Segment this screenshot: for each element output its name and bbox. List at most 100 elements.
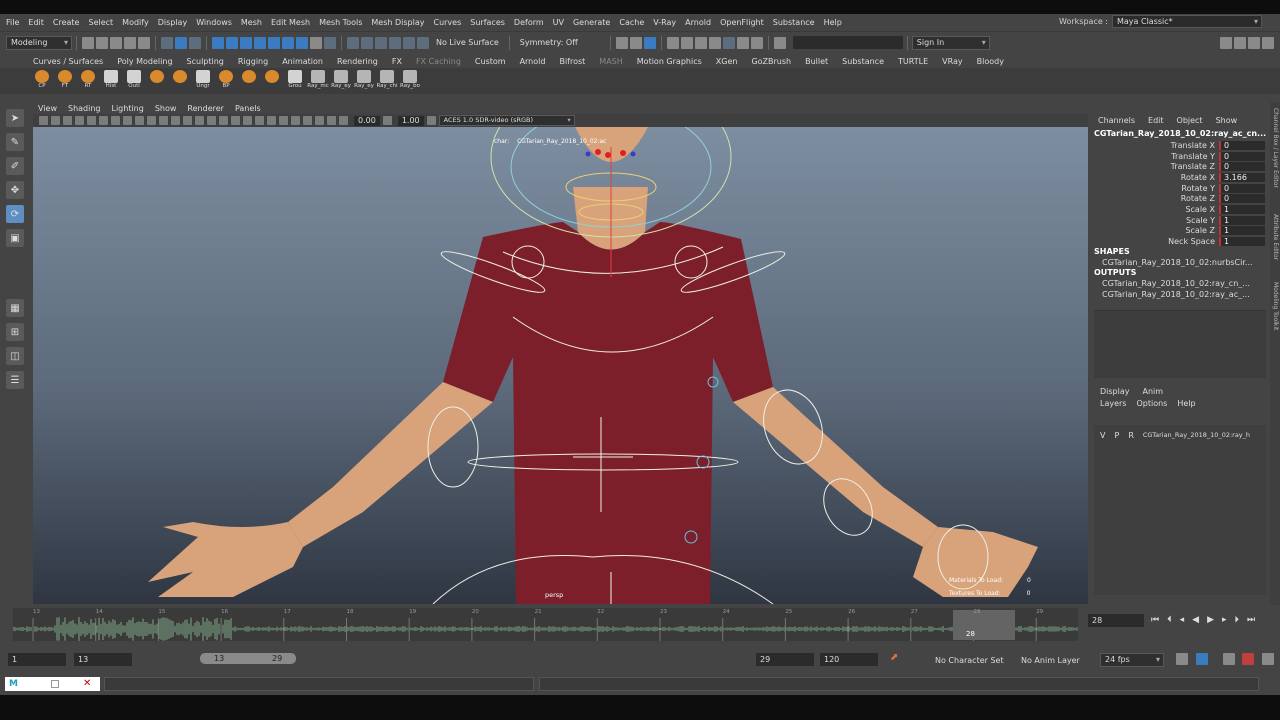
menu-surfaces[interactable]: Surfaces: [470, 18, 505, 27]
shelf-tab-arnold[interactable]: Arnold: [520, 57, 546, 66]
anim-layer-dropdown[interactable]: No Anim Layer: [1021, 656, 1080, 665]
select-by-curve-icon[interactable]: [240, 36, 252, 49]
exposure-field[interactable]: 0.00: [354, 115, 380, 126]
undo-icon[interactable]: [124, 36, 136, 49]
fps-dropdown[interactable]: 24 fps: [1100, 653, 1164, 667]
film-gate-icon[interactable]: [99, 116, 108, 125]
shadows-icon[interactable]: [231, 116, 240, 125]
output-node[interactable]: CGTarian_Ray_2018_10_02:ray_ac_...: [1102, 290, 1262, 299]
attr-rotate-z[interactable]: Rotate Z0: [1090, 193, 1266, 203]
select-by-surface-icon[interactable]: [254, 36, 266, 49]
depth-of-field-icon[interactable]: [279, 116, 288, 125]
menu-substance[interactable]: Substance: [773, 18, 815, 27]
camera-attributes-icon[interactable]: [51, 116, 60, 125]
menu-set-dropdown[interactable]: Modeling: [6, 35, 72, 50]
shelf-tab-motion-graphics[interactable]: Motion Graphics: [637, 57, 702, 66]
lasso-tool-icon[interactable]: ✎: [6, 133, 24, 151]
shelf-tab-substance[interactable]: Substance: [842, 57, 884, 66]
layer-reference-toggle[interactable]: R: [1128, 431, 1134, 440]
attribute-editor-icon[interactable]: [1234, 36, 1246, 49]
snap-view-plane-icon[interactable]: [389, 36, 401, 49]
construction-history-icon[interactable]: [615, 36, 628, 49]
select-by-handle-icon[interactable]: [212, 36, 224, 49]
move-tool-icon[interactable]: ✥: [6, 181, 24, 199]
menu-deform[interactable]: Deform: [514, 18, 544, 27]
select-hierarchy-icon[interactable]: [161, 36, 173, 49]
attr-rotate-y[interactable]: Rotate Y0: [1090, 183, 1266, 193]
anti-aliasing-icon[interactable]: [267, 116, 276, 125]
go-to-end-icon[interactable]: ⏭: [1247, 615, 1255, 625]
shelf-tab-gozbrush[interactable]: GoZBrush: [751, 57, 791, 66]
layer-name[interactable]: CGTarian_Ray_2018_10_02:ray_h: [1143, 431, 1263, 439]
shelf-button-ray-ey-2[interactable]: Ray_ey: [354, 70, 374, 92]
attr-rotate-x[interactable]: Rotate X 3.166: [1090, 172, 1266, 182]
menu-edit[interactable]: Edit: [28, 18, 44, 27]
layer-playback-toggle[interactable]: P: [1114, 431, 1119, 440]
menu-windows[interactable]: Windows: [196, 18, 232, 27]
menu-modify[interactable]: Modify: [122, 18, 149, 27]
wireframe-icon[interactable]: [171, 116, 180, 125]
shelf-button-bp[interactable]: BP: [216, 70, 236, 92]
layer-menu-layers[interactable]: Layers: [1100, 399, 1126, 408]
cache-playback-icon[interactable]: [1196, 653, 1208, 665]
go-to-start-icon[interactable]: ⏮: [1151, 615, 1159, 625]
menu-arnold[interactable]: Arnold: [685, 18, 711, 27]
select-component-icon[interactable]: [189, 36, 201, 49]
playback-status-icon[interactable]: [1242, 653, 1254, 665]
tool-settings-icon[interactable]: [1248, 36, 1260, 49]
shelf-tab-rendering[interactable]: Rendering: [337, 57, 378, 66]
shelf-button-hist[interactable]: Hist: [101, 70, 121, 92]
attr-scale-y[interactable]: Scale Y1: [1090, 215, 1266, 225]
attr-scale-x[interactable]: Scale X1: [1090, 204, 1266, 214]
color-management-icon[interactable]: [426, 116, 436, 125]
menu-mesh-tools[interactable]: Mesh Tools: [319, 18, 362, 27]
viewport-menu-view[interactable]: View: [38, 104, 57, 113]
step-back-frame-icon[interactable]: ◂: [1180, 615, 1185, 625]
menu-openflight[interactable]: OpenFlight: [720, 18, 764, 27]
smooth-shade-icon[interactable]: [183, 116, 192, 125]
play-backward-icon[interactable]: ◀: [1192, 615, 1199, 625]
loop-icon[interactable]: [1176, 653, 1188, 665]
layer-menu-help[interactable]: Help: [1177, 399, 1195, 408]
rotate-tool-icon[interactable]: ⟳: [6, 205, 24, 223]
scale-tool-icon[interactable]: ▣: [6, 229, 24, 247]
shelf-tab-animation[interactable]: Animation: [282, 57, 323, 66]
outliner-layout-icon[interactable]: ☰: [6, 371, 24, 389]
channel-box-icon[interactable]: [1262, 36, 1274, 49]
shelf-tab-mash[interactable]: MASH: [599, 57, 622, 66]
redo-icon[interactable]: [138, 36, 150, 49]
sign-in-dropdown[interactable]: Sign In: [911, 35, 990, 50]
channel-box-menu-object[interactable]: Object: [1177, 116, 1203, 125]
shelf-tab-poly-modeling[interactable]: Poly Modeling: [117, 57, 172, 66]
vray-icon[interactable]: [750, 36, 763, 49]
lock-selection-icon[interactable]: [310, 36, 322, 49]
modeling-toolkit-icon[interactable]: [1220, 36, 1232, 49]
layer-menu-options[interactable]: Options: [1136, 399, 1167, 408]
gate-mask-icon[interactable]: [123, 116, 132, 125]
attr-translate-z[interactable]: Translate Z0: [1090, 161, 1266, 171]
shelf-button-cp[interactable]: CP: [32, 70, 52, 92]
menu-select[interactable]: Select: [88, 18, 113, 27]
playback-range-slider[interactable]: 13 29: [200, 653, 296, 664]
menu-curves[interactable]: Curves: [433, 18, 461, 27]
current-frame-marker[interactable]: 28: [953, 610, 1015, 640]
step-forward-key-icon[interactable]: ⏵: [1235, 615, 1240, 625]
select-tool-icon[interactable]: ➤: [6, 109, 24, 127]
side-tab-channel-box[interactable]: Channel Box / Layer Editor: [1272, 108, 1279, 188]
time-ruler[interactable]: 28 13 14 15 16 17 18 19 20 21 22 23 24 25 26 27 28 29: [12, 608, 1078, 641]
menu-file[interactable]: File: [6, 18, 19, 27]
shelf-button-outl[interactable]: Outl: [124, 70, 144, 92]
animation-preferences-icon[interactable]: [1262, 653, 1274, 665]
menu-mesh[interactable]: Mesh: [241, 18, 262, 27]
shelf-button-grou[interactable]: Grou: [285, 70, 305, 92]
new-scene-icon[interactable]: [82, 36, 94, 49]
camera-icon[interactable]: [39, 116, 48, 125]
gamma-icon[interactable]: [382, 116, 392, 125]
symmetry-dropdown[interactable]: Symmetry: Off: [520, 38, 600, 47]
shelf-tab-rigging[interactable]: Rigging: [238, 57, 268, 66]
viewport-menu-lighting[interactable]: Lighting: [111, 104, 143, 113]
xray-joints-icon[interactable]: [315, 116, 324, 125]
viewport-menu-shading[interactable]: Shading: [68, 104, 101, 113]
safe-title-icon[interactable]: [159, 116, 168, 125]
snap-point-icon[interactable]: [375, 36, 387, 49]
